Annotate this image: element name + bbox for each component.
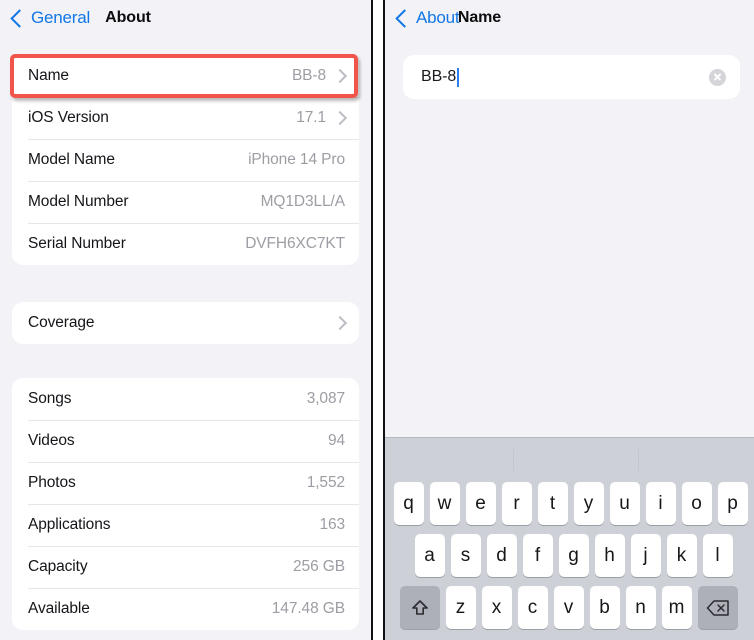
row-label: Serial Number (28, 235, 126, 252)
row-label: Photos (28, 474, 76, 491)
row-label: Capacity (28, 558, 88, 575)
key-y[interactable]: y (573, 482, 604, 525)
key-u[interactable]: u (609, 482, 640, 525)
key-w[interactable]: w (429, 482, 460, 525)
device-info-group: Name BB-8 iOS Version 17.1 Model Name iP… (12, 55, 359, 265)
key-a[interactable]: a (414, 534, 445, 577)
row-coverage[interactable]: Coverage (12, 302, 359, 344)
row-label: Model Name (28, 151, 115, 168)
row-label: Available (28, 600, 90, 617)
row-capacity: Capacity 256 GB (12, 546, 359, 588)
back-button-label: About (416, 8, 460, 27)
key-r[interactable]: r (501, 482, 532, 525)
key-g[interactable]: g (558, 534, 589, 577)
row-value: 163 (319, 516, 345, 533)
key-d[interactable]: d (486, 534, 517, 577)
row-serial-number: Serial Number DVFH6XC7KT (12, 223, 359, 265)
key-j[interactable]: j (630, 534, 661, 577)
row-model-number: Model Number MQ1D3LL/A (12, 181, 359, 223)
key-z[interactable]: z (445, 586, 476, 629)
key-q[interactable]: q (393, 482, 424, 525)
key-p[interactable]: p (717, 482, 748, 525)
about-screen: General About Name BB-8 iOS Version 17.1… (0, 0, 373, 640)
predictive-divider (513, 449, 514, 471)
row-videos: Videos 94 (12, 420, 359, 462)
row-label: Songs (28, 390, 72, 407)
key-m[interactable]: m (661, 586, 692, 629)
chevron-right-icon (332, 110, 348, 126)
row-model-name: Model Name iPhone 14 Pro (12, 139, 359, 181)
key-o[interactable]: o (681, 482, 712, 525)
keyboard-row-3: z x c v b n m (385, 586, 754, 629)
row-label: Coverage (28, 314, 95, 331)
key-c[interactable]: c (517, 586, 548, 629)
key-s[interactable]: s (450, 534, 481, 577)
key-i[interactable]: i (645, 482, 676, 525)
keyboard-row-2: a s d f g h j k l (385, 534, 754, 577)
back-to-general-button[interactable]: General (10, 8, 91, 28)
row-label: iOS Version (28, 109, 109, 126)
name-edit-screen: About Name BB-8 q w e r t y u i o p a s … (385, 0, 754, 640)
row-value: MQ1D3LL/A (260, 193, 345, 210)
key-n[interactable]: n (625, 586, 656, 629)
row-name[interactable]: Name BB-8 (12, 55, 359, 97)
dual-screenshot-container: General About Name BB-8 iOS Version 17.1… (0, 0, 754, 640)
chevron-right-icon (332, 68, 348, 84)
key-h[interactable]: h (594, 534, 625, 577)
row-label: Model Number (28, 193, 129, 210)
row-label: Name (28, 67, 69, 84)
key-l[interactable]: l (702, 534, 733, 577)
key-v[interactable]: v (553, 586, 584, 629)
backspace-icon[interactable] (697, 586, 738, 629)
clear-circle-icon[interactable] (709, 68, 726, 86)
about-navbar: General About (0, 0, 371, 36)
row-value: 94 (327, 432, 345, 449)
row-ios-version[interactable]: iOS Version 17.1 (12, 97, 359, 139)
chevron-left-icon (395, 8, 414, 28)
key-b[interactable]: b (589, 586, 620, 629)
key-x[interactable]: x (481, 586, 512, 629)
back-button-label: General (31, 8, 91, 27)
coverage-group: Coverage (12, 302, 359, 344)
predictive-divider (638, 449, 639, 471)
keyboard-row-1: q w e r t y u i o p (385, 482, 754, 525)
panel-divider (373, 0, 385, 640)
row-value: 17.1 (296, 109, 326, 126)
row-value: DVFH6XC7KT (245, 235, 345, 252)
chevron-left-icon (10, 8, 29, 28)
row-value: 3,087 (306, 390, 345, 407)
key-f[interactable]: f (522, 534, 553, 577)
row-songs: Songs 3,087 (12, 378, 359, 420)
name-input-field[interactable]: BB-8 (403, 55, 740, 99)
onscreen-keyboard: q w e r t y u i o p a s d f g h j k l z … (385, 437, 754, 640)
storage-stats-group: Songs 3,087 Videos 94 Photos 1,552 Appli… (12, 378, 359, 630)
predictive-text-bar[interactable] (385, 438, 754, 482)
row-available: Available 147.48 GB (12, 588, 359, 630)
key-e[interactable]: e (465, 482, 496, 525)
row-value: 1,552 (306, 474, 345, 491)
row-label: Applications (28, 516, 111, 533)
key-t[interactable]: t (537, 482, 568, 525)
back-to-about-button[interactable]: About (395, 8, 460, 28)
row-photos: Photos 1,552 (12, 462, 359, 504)
row-label: Videos (28, 432, 75, 449)
row-value: iPhone 14 Pro (248, 151, 345, 168)
row-value: 147.48 GB (271, 600, 345, 617)
row-value: BB-8 (291, 67, 326, 84)
name-navbar: About Name (385, 0, 754, 36)
shift-arrow-icon[interactable] (399, 586, 440, 629)
row-value: 256 GB (293, 558, 345, 575)
row-applications: Applications 163 (12, 504, 359, 546)
chevron-right-icon (332, 315, 348, 331)
name-input-value: BB-8 (421, 68, 457, 85)
text-cursor (457, 67, 460, 87)
key-k[interactable]: k (666, 534, 697, 577)
